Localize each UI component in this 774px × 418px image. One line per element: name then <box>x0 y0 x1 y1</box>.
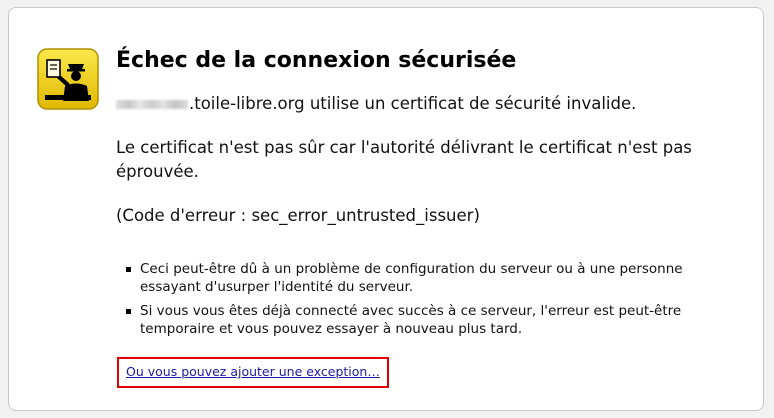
bullet-icon <box>126 309 131 314</box>
exception-highlight: Ou vous pouvez ajouter une exception… <box>117 357 389 388</box>
list-item-text: Ceci peut-être dû à un problème de confi… <box>140 261 683 295</box>
list-item: Si vous vous êtes déjà connecté avec suc… <box>126 302 746 338</box>
certificate-officer-icon <box>37 48 99 110</box>
bullet-icon <box>126 267 131 272</box>
list-item-text: Si vous vous êtes déjà connecté avec suc… <box>140 303 682 337</box>
details-list: Ceci peut-être dû à un problème de confi… <box>126 260 746 344</box>
domain-message: .toile-libre.org utilise un certificat d… <box>189 94 637 113</box>
error-reason: Le certificat n'est pas sûr car l'autori… <box>116 138 692 181</box>
blurred-hostname <box>116 100 188 109</box>
error-panel: Échec de la connexion sécurisée .toile-l… <box>8 7 764 411</box>
error-code: (Code d'erreur : sec_error_untrusted_iss… <box>116 206 480 225</box>
page-title: Échec de la connexion sécurisée <box>116 48 517 73</box>
add-exception-link[interactable]: Ou vous pouvez ajouter une exception… <box>126 364 380 379</box>
list-item: Ceci peut-être dû à un problème de confi… <box>126 260 746 296</box>
error-description: .toile-libre.org utilise un certificat d… <box>116 92 736 116</box>
